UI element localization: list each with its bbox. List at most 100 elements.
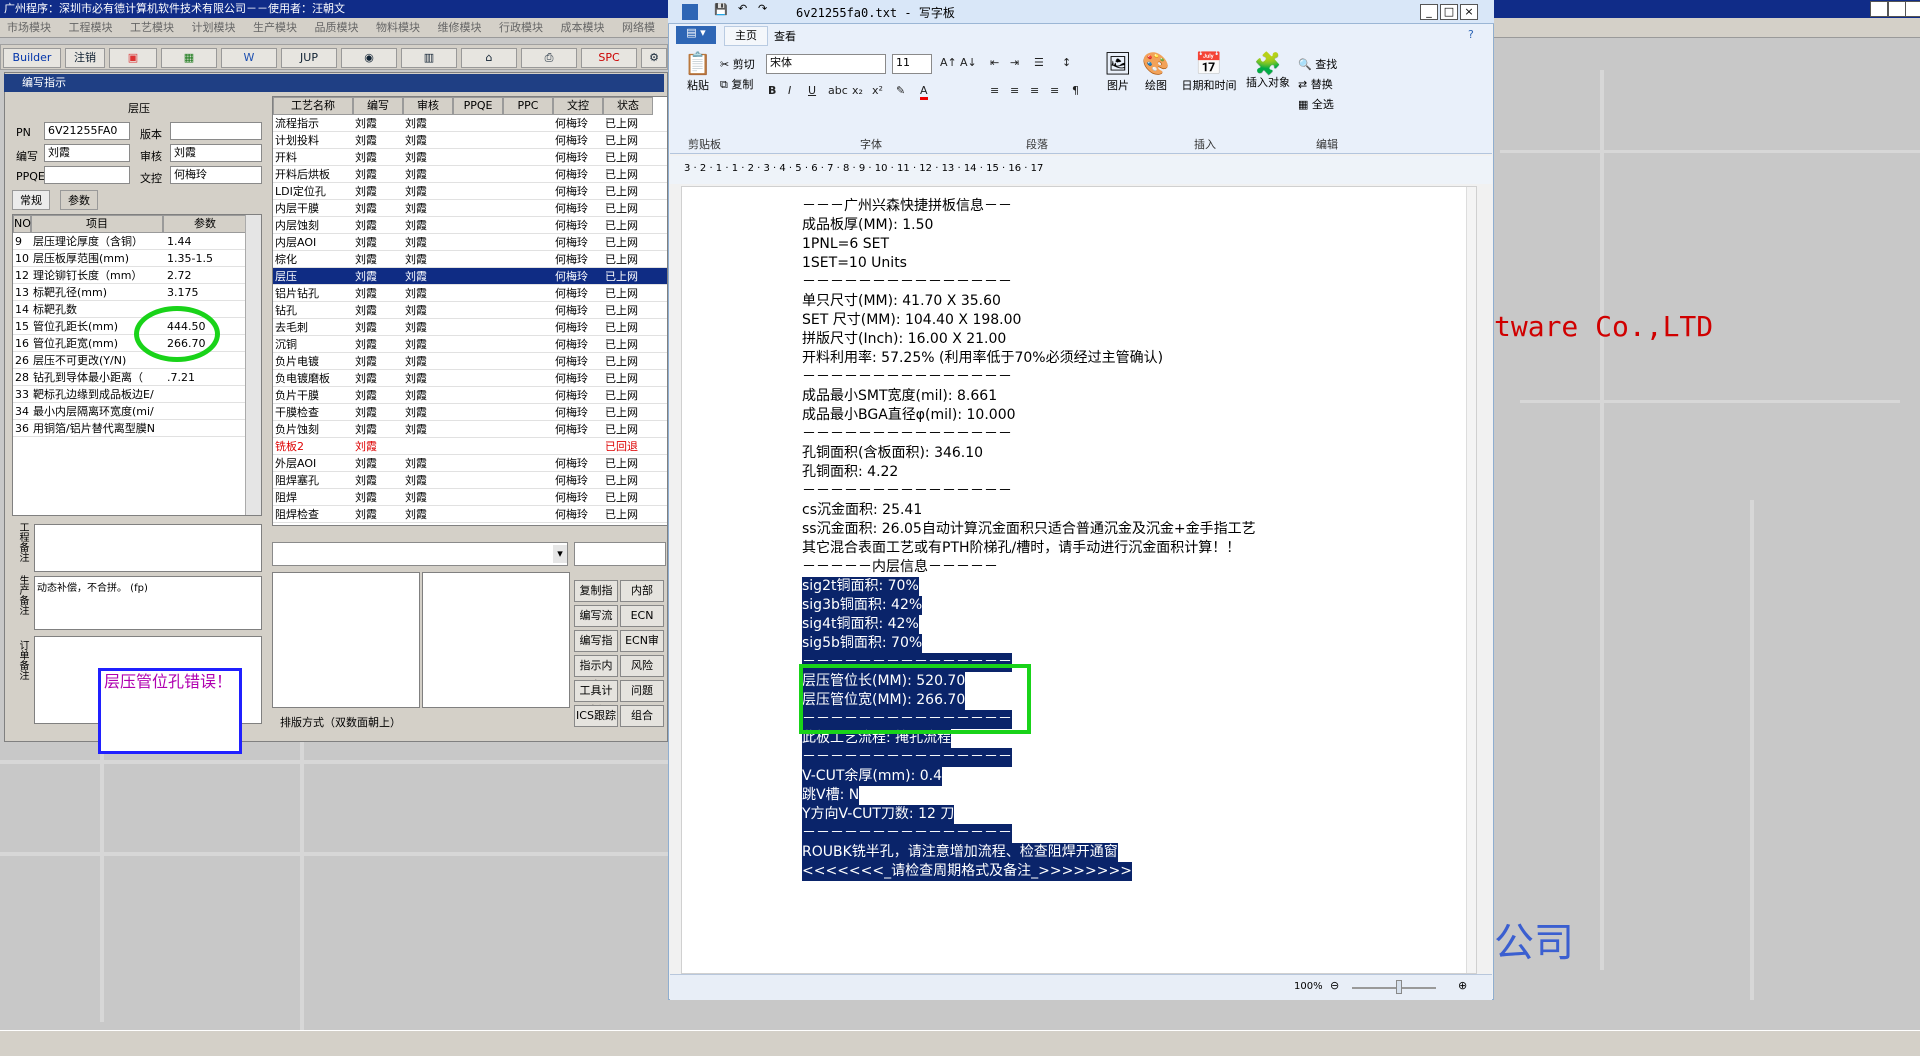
wordpad-close-icon[interactable]: × xyxy=(1460,4,1478,20)
help-icon[interactable]: ? xyxy=(1468,28,1474,41)
process-row[interactable]: 流程指示 刘霞 刘霞 何梅玲 已上网 xyxy=(273,115,667,132)
right-action-button[interactable]: ICS跟踪 xyxy=(574,705,618,727)
process-row[interactable]: 钻孔 刘霞 刘霞 何梅玲 已上网 xyxy=(273,302,667,319)
builder-button[interactable]: Builder xyxy=(3,48,61,68)
quick-access-save-icon[interactable]: 💾 xyxy=(714,3,728,16)
process-row[interactable]: 层压 刘霞 刘霞 何梅玲 已上网 xyxy=(273,268,667,285)
jup-button[interactable]: JUP xyxy=(281,48,337,68)
word-icon[interactable]: W xyxy=(221,48,277,68)
menu-admin[interactable]: 行政模块 xyxy=(492,18,550,38)
close-icon[interactable]: × xyxy=(1905,1,1920,17)
font-name-select[interactable]: 宋体 xyxy=(766,54,886,74)
line-spacing-icon[interactable]: ↕ xyxy=(1062,56,1071,69)
logout-button[interactable]: 注销 xyxy=(65,48,105,68)
ppqe-field[interactable] xyxy=(44,166,130,184)
menu-process[interactable]: 工艺模块 xyxy=(123,18,181,38)
decrease-indent-icon[interactable]: ⇤ xyxy=(990,56,999,69)
process-row[interactable]: 阻焊 刘霞 刘霞 何梅玲 已上网 xyxy=(273,489,667,506)
right-action-button[interactable]: ECN xyxy=(620,605,664,627)
process-row[interactable]: 内层干膜 刘霞 刘霞 何梅玲 已上网 xyxy=(273,200,667,217)
process-row[interactable]: 计划投料 刘霞 刘霞 何梅玲 已上网 xyxy=(273,132,667,149)
tab-params[interactable]: 参数 xyxy=(60,190,98,210)
spc-button[interactable]: SPC xyxy=(581,48,637,68)
datetime-button[interactable]: 📅 日期和时间 xyxy=(1176,52,1242,93)
underline-icon[interactable]: U xyxy=(808,84,816,97)
param-value[interactable]: 1.35-1.5 xyxy=(167,250,245,267)
wordpad-minimize-icon[interactable]: _ xyxy=(1420,4,1438,20)
process-row[interactable]: 内层蚀刻 刘霞 刘霞 何梅玲 已上网 xyxy=(273,217,667,234)
menu-quality[interactable]: 品质模块 xyxy=(308,18,366,38)
zoom-slider[interactable] xyxy=(1352,987,1436,989)
doc-icon[interactable]: ▣ xyxy=(109,48,157,68)
params-row[interactable]: 10 层压板厚范围(mm) 1.35-1.5 xyxy=(13,250,247,267)
minimize-icon[interactable]: _ xyxy=(1870,1,1888,17)
justify-icon[interactable]: ≡ xyxy=(1050,84,1059,97)
process-row[interactable]: 阻焊塞孔 刘霞 刘霞 何梅玲 已上网 xyxy=(273,472,667,489)
restore-icon[interactable]: □ xyxy=(1888,1,1906,17)
process-row[interactable]: 棕化 刘霞 刘霞 何梅玲 已上网 xyxy=(273,251,667,268)
menu-cost[interactable]: 成本模块 xyxy=(554,18,612,38)
paragraph-icon[interactable]: ¶ xyxy=(1072,84,1079,97)
align-center-icon[interactable]: ≡ xyxy=(1010,84,1019,97)
params-row[interactable]: 26 层压不可更改(Y/N) xyxy=(13,352,247,369)
wordpad-maximize-icon[interactable]: □ xyxy=(1440,4,1458,20)
italic-icon[interactable]: I xyxy=(788,84,791,97)
tool-icon[interactable]: ⚙ xyxy=(641,48,667,68)
file-menu-button[interactable]: ▤ ▾ xyxy=(676,26,716,44)
right-action-button[interactable]: 问题 xyxy=(620,680,664,702)
font-color-icon[interactable]: A xyxy=(920,84,928,100)
font-size-select[interactable]: 11 xyxy=(892,54,932,74)
menu-maintenance[interactable]: 维修模块 xyxy=(431,18,489,38)
params-row[interactable]: 28 钻孔到导体最小距离（ .7.21 xyxy=(13,369,247,386)
select-all-button[interactable]: ▦ 全选 xyxy=(1298,96,1334,112)
highlight-icon[interactable]: ✎ xyxy=(896,84,905,97)
doc-control-field[interactable]: 何梅玲 xyxy=(170,166,262,184)
replace-button[interactable]: ⇄ 替换 xyxy=(1298,76,1333,92)
param-value[interactable]: 1.44 xyxy=(167,233,245,250)
menu-market[interactable]: 市场模块 xyxy=(0,18,58,38)
param-value[interactable]: .7.21 xyxy=(167,369,245,386)
params-row[interactable]: 9 层压理论厚度（含铜） 1.44 xyxy=(13,233,247,250)
paste-button[interactable]: 📋 粘贴 xyxy=(680,52,716,98)
right-action-button[interactable]: 编写流程 xyxy=(574,605,618,642)
redo-icon[interactable]: ↷ xyxy=(758,2,767,15)
superscript-icon[interactable]: x² xyxy=(872,84,883,97)
right-action-button[interactable]: 指示内审 xyxy=(574,655,618,692)
tab-view[interactable]: 查看 xyxy=(774,28,796,44)
process-row[interactable]: 外层AOI 刘霞 刘霞 何梅玲 已上网 xyxy=(273,455,667,472)
increase-indent-icon[interactable]: ⇥ xyxy=(1010,56,1019,69)
params-row[interactable]: 13 标靶孔径(mm) 3.175 xyxy=(13,284,247,301)
eng-note-box[interactable] xyxy=(34,524,262,572)
list-icon[interactable]: ☰ xyxy=(1034,56,1044,69)
shrink-font-icon[interactable]: A↓ xyxy=(960,56,977,69)
params-row[interactable]: 34 最小内层隔离环宽度(mi/ xyxy=(13,403,247,420)
menu-material[interactable]: 物料模块 xyxy=(369,18,427,38)
menu-network[interactable]: 网络模 xyxy=(615,18,662,38)
process-row[interactable]: 负片干膜 刘霞 刘霞 何梅玲 已上网 xyxy=(273,387,667,404)
process-row[interactable]: 开料 刘霞 刘霞 何梅玲 已上网 xyxy=(273,149,667,166)
tab-general[interactable]: 常规 xyxy=(12,190,50,210)
version-field[interactable] xyxy=(170,122,262,140)
right-action-button[interactable]: 编写指示 xyxy=(574,630,618,667)
document-area[interactable]: －－－广州兴森快捷拼板信息－－ 成品板厚(MM): 1.50 1PNL=6 SET 1… xyxy=(681,186,1477,974)
process-row[interactable]: 去毛刺 刘霞 刘霞 何梅玲 已上网 xyxy=(273,319,667,336)
auditor-field[interactable]: 刘霞 xyxy=(170,144,262,162)
secondary-combo[interactable] xyxy=(574,542,666,566)
process-row[interactable]: 铝片钻孔 刘霞 刘霞 何梅玲 已上网 xyxy=(273,285,667,302)
strikethrough-icon[interactable]: abc xyxy=(828,84,848,97)
combo-arrow-icon[interactable]: ▾ xyxy=(553,545,567,563)
menu-plan[interactable]: 计划模块 xyxy=(185,18,243,38)
params-row[interactable]: 12 理论铆钉长度（mm） 2.72 xyxy=(13,267,247,284)
process-row[interactable]: 铣板2 刘霞 已回退 xyxy=(273,438,667,455)
doc-scrollbar[interactable] xyxy=(1466,187,1476,973)
cut-button[interactable]: ✂ 剪切 xyxy=(720,56,755,72)
right-action-button[interactable]: ECN审 xyxy=(620,630,664,652)
pn-field[interactable]: 6V21255FA0 xyxy=(44,122,130,140)
subscript-icon[interactable]: x₂ xyxy=(852,84,863,97)
process-row[interactable]: 负片电镀 刘霞 刘霞 何梅玲 已上网 xyxy=(273,353,667,370)
right-action-button[interactable]: 内部 xyxy=(620,580,664,602)
paint-button[interactable]: 🎨 绘图 xyxy=(1140,52,1172,93)
params-row[interactable]: 36 用铜箔/铝片替代离型膜N xyxy=(13,420,247,437)
prod-note-box[interactable]: 动态补偿，不合拼。 (fp) xyxy=(34,576,262,630)
process-row[interactable]: 开料后烘板 刘霞 刘霞 何梅玲 已上网 xyxy=(273,166,667,183)
